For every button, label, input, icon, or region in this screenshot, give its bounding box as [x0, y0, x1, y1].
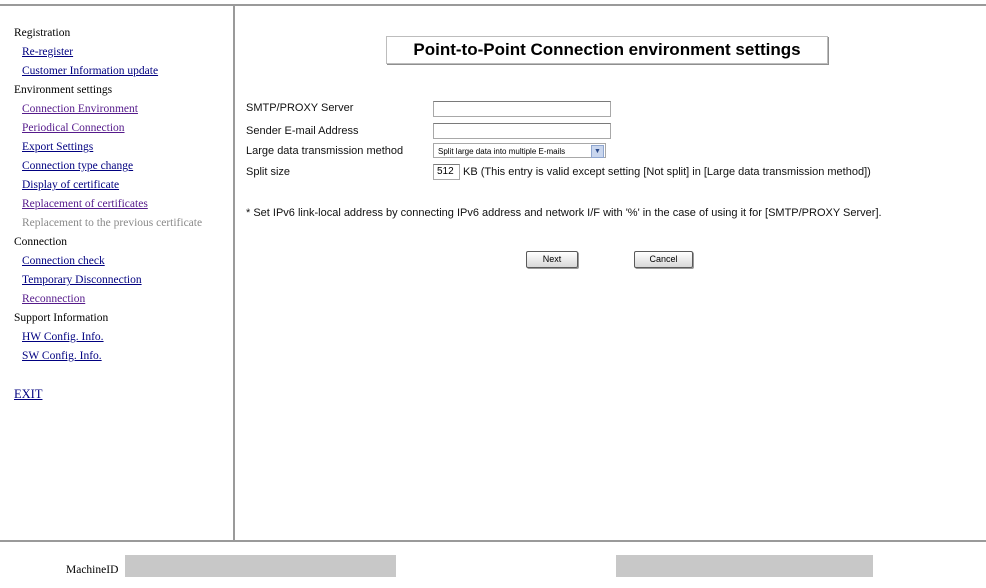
- sidebar-heading-environment-settings: Environment settings: [14, 84, 113, 96]
- sidebar-item-periodical-connection[interactable]: Periodical Connection: [14, 119, 229, 138]
- sidebar-heading-support-information: Support Information: [14, 312, 109, 324]
- large-data-method-value: Split large data into multiple E-mails: [438, 147, 566, 156]
- sidebar-item-display-of-certificate[interactable]: Display of certificate: [14, 176, 229, 195]
- exit-link[interactable]: EXIT: [14, 385, 229, 404]
- sidebar-item-export-settings[interactable]: Export Settings: [14, 138, 229, 157]
- machine-id-field: [125, 555, 396, 577]
- sidebar-item-connection-environment[interactable]: Connection Environment: [14, 100, 229, 119]
- split-size-input[interactable]: 512: [433, 164, 460, 180]
- sidebar-item-sw-config-info[interactable]: SW Config. Info.: [14, 347, 229, 366]
- split-size-hint: KB (This entry is valid except setting […: [463, 166, 871, 178]
- sidebar-item-customer-information-update[interactable]: Customer Information update: [14, 62, 229, 81]
- smtp-proxy-server-label: SMTP/PROXY Server: [246, 102, 354, 114]
- sidebar-item-connection-type-change[interactable]: Connection type change: [14, 157, 229, 176]
- sidebar-item-hw-config-info[interactable]: HW Config. Info.: [14, 328, 229, 347]
- sender-email-input[interactable]: [433, 123, 611, 139]
- sidebar-heading-connection: Connection: [14, 236, 68, 248]
- machine-id-label: MachineID: [66, 564, 119, 576]
- frame-top-border: [0, 4, 986, 6]
- sidebar-item-re-register[interactable]: Re-register: [14, 43, 229, 62]
- smtp-proxy-server-input[interactable]: [433, 101, 611, 117]
- large-data-method-select[interactable]: Split large data into multiple E-mails ▼: [433, 143, 606, 158]
- sidebar-nav: Registration Re-register Customer Inform…: [14, 24, 229, 404]
- sidebar-item-replacement-to-previous-certificate: Replacement to the previous certificate: [22, 217, 203, 229]
- sender-email-label: Sender E-mail Address: [246, 125, 359, 137]
- sidebar-item-reconnection[interactable]: Reconnection: [14, 290, 229, 309]
- chevron-down-icon[interactable]: ▼: [591, 145, 604, 158]
- footer-right-field: [616, 555, 873, 577]
- frame-bottom-border: [0, 540, 986, 542]
- large-data-method-label: Large data transmission method: [246, 145, 404, 157]
- split-size-label: Split size: [246, 166, 291, 178]
- sidebar-item-connection-check[interactable]: Connection check: [14, 252, 229, 271]
- next-button[interactable]: Next: [526, 251, 578, 268]
- ipv6-note: * Set IPv6 link-local address by connect…: [246, 207, 882, 219]
- sidebar-item-replacement-of-certificates[interactable]: Replacement of certificates: [14, 195, 229, 214]
- frame-divider: [233, 6, 235, 540]
- cancel-button[interactable]: Cancel: [634, 251, 693, 268]
- page-title: Point-to-Point Connection environment se…: [386, 36, 828, 64]
- sidebar-heading-registration: Registration: [14, 27, 71, 39]
- sidebar-item-temporary-disconnection[interactable]: Temporary Disconnection: [14, 271, 229, 290]
